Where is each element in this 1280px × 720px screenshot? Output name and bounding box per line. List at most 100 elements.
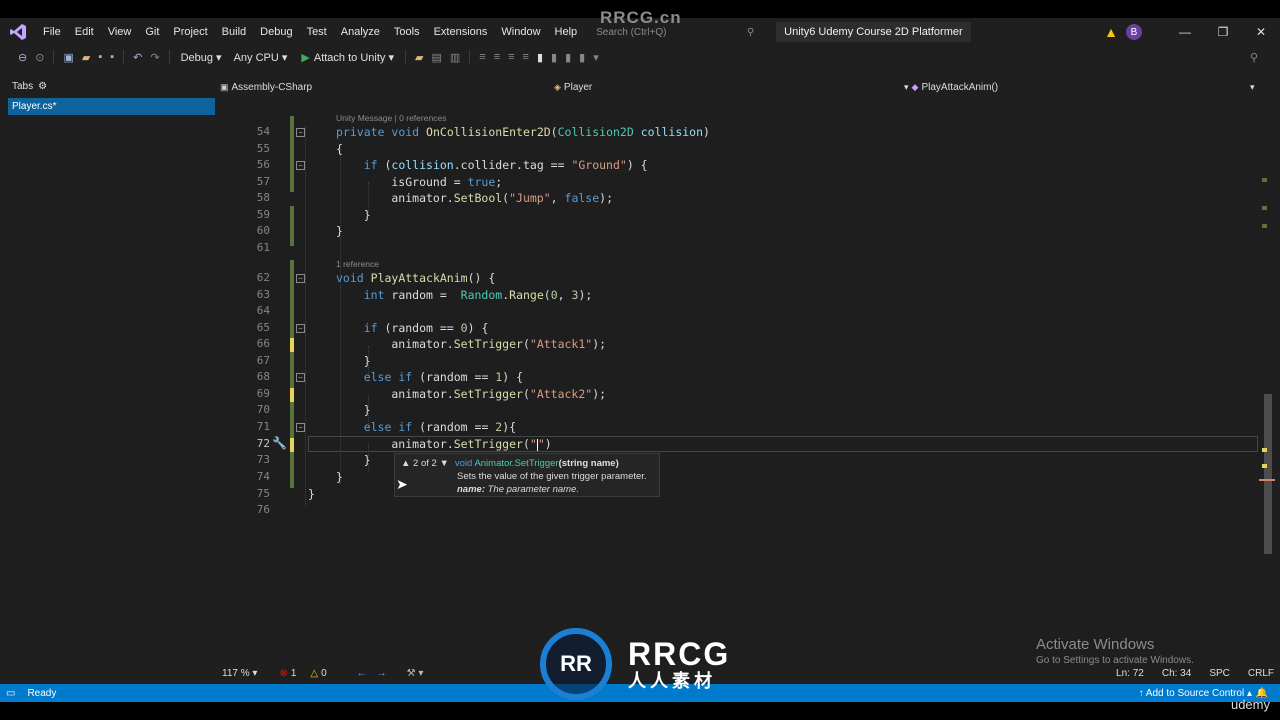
scroll-change-marker — [1262, 464, 1267, 468]
platform-value: Any CPU — [233, 51, 279, 64]
close-icon[interactable]: ✕ — [1242, 25, 1280, 39]
gear-icon[interactable]: ⚙ — [38, 81, 47, 92]
scroll-change-marker — [1262, 178, 1267, 182]
logo-subtext: 人人素材 — [628, 671, 716, 691]
quick-actions-icon[interactable]: 🔧 — [272, 436, 287, 450]
menu-item-tools[interactable]: Tools — [387, 18, 427, 46]
codelens-references[interactable]: 1 reference — [336, 258, 379, 270]
method-signature: void Animator.SetTrigger(string name) — [455, 458, 619, 469]
line-number: 70 — [256, 403, 270, 416]
outdent-icon[interactable]: ≡ — [508, 51, 514, 63]
split-icon[interactable]: ▾ — [1250, 82, 1258, 93]
step-icon[interactable]: ≡ — [479, 51, 485, 63]
error-count[interactable]: 1 — [291, 668, 297, 679]
undo-icon[interactable]: ↶ — [133, 51, 142, 64]
code-line-72[interactable]: animator.SetTrigger("") — [336, 436, 551, 452]
menu-item-test[interactable]: Test — [300, 18, 334, 46]
warning-count[interactable]: 0 — [321, 668, 327, 679]
fold-marker[interactable]: − — [296, 161, 305, 170]
menu-item-debug[interactable]: Debug — [253, 18, 299, 46]
code-line-59: } — [336, 208, 371, 222]
fold-marker[interactable]: − — [296, 274, 305, 283]
menu-item-extensions[interactable]: Extensions — [427, 18, 495, 46]
code-line-67: } — [336, 354, 371, 368]
line-number: 73 — [256, 453, 270, 466]
screenshot-icon[interactable]: ▤ — [431, 51, 441, 64]
editor-navbar: ▣ Assembly-CSharp ◈ Player ▾ ◆ PlayAttac… — [220, 80, 1280, 96]
attach-label: Attach to Unity — [313, 51, 386, 64]
bookmark-prev-icon[interactable]: ▮ — [551, 51, 557, 64]
spacing-indicator[interactable]: SPC — [1209, 668, 1230, 679]
fold-marker[interactable]: − — [296, 128, 305, 137]
menu-item-file[interactable]: File — [36, 18, 68, 46]
save-all-icon[interactable]: ▪ — [110, 51, 114, 63]
tooltip-description: Sets the value of the given trigger para… — [457, 471, 647, 482]
menu-item-git[interactable]: Git — [138, 18, 166, 46]
line-ending-indicator[interactable]: CRLF — [1248, 668, 1274, 679]
output-icon[interactable]: ▭ — [6, 688, 15, 699]
comment-icon[interactable]: ≡ — [523, 51, 529, 63]
menu-item-view[interactable]: View — [101, 18, 139, 46]
fold-marker[interactable]: − — [296, 423, 305, 432]
overload-counter: 2 of 2 — [413, 457, 437, 469]
line-number: 64 — [256, 304, 270, 317]
scroll-thumb[interactable] — [1264, 394, 1272, 554]
line-number: 75 — [256, 487, 270, 500]
back-icon[interactable]: ⊖ — [18, 51, 27, 64]
forward-icon[interactable]: ⊙ — [35, 51, 44, 64]
column-indicator[interactable]: Ch: 34 — [1162, 668, 1191, 679]
code-editor[interactable]: Unity Message | 0 references 1 reference… — [220, 96, 1260, 682]
tab-player-cs[interactable]: Player.cs* — [8, 98, 215, 115]
attach-button[interactable]: Attach to Unity ▾ — [314, 51, 394, 64]
open-folder-icon[interactable]: ▰ — [82, 51, 90, 64]
warning-icon[interactable]: ▲ — [1104, 24, 1118, 40]
menu-item-build[interactable]: Build — [215, 18, 253, 46]
play-icon[interactable]: ▶ — [301, 51, 309, 64]
code-line-66: animator.SetTrigger("Attack1"); — [336, 337, 607, 351]
menu-item-help[interactable]: Help — [548, 18, 585, 46]
vertical-scrollbar[interactable] — [1259, 96, 1275, 682]
error-icon[interactable]: ⊗ — [279, 668, 287, 679]
line-number: 61 — [256, 241, 270, 254]
fold-marker[interactable]: − — [296, 373, 305, 382]
menu-item-edit[interactable]: Edit — [68, 18, 101, 46]
zoom-level[interactable]: 117 % ▾ — [222, 668, 257, 679]
redo-icon[interactable]: ↷ — [150, 51, 159, 64]
avatar[interactable]: B — [1126, 24, 1142, 40]
bookmark-icon[interactable]: ▮ — [537, 51, 543, 64]
bookmark-clear-icon[interactable]: ▮ — [579, 51, 585, 64]
indent-icon[interactable]: ≡ — [494, 51, 500, 63]
platform-dropdown[interactable]: Any CPU ▾ — [234, 51, 288, 64]
menu-item-project[interactable]: Project — [166, 18, 214, 46]
toggle-icon[interactable]: ▥ — [450, 51, 460, 64]
line-indicator[interactable]: Ln: 72 — [1116, 668, 1144, 679]
pin-icon[interactable]: ⚲ — [1250, 51, 1258, 64]
member-dropdown[interactable]: ▾ ◆ PlayAttackAnim() — [904, 82, 998, 93]
new-project-icon[interactable]: ▣ — [63, 51, 73, 64]
bookmark-next-icon[interactable]: ▮ — [565, 51, 571, 64]
tabs-panel: Tabs ⚙ Player.cs* — [0, 78, 218, 684]
chevron-down-icon: ▾ — [1250, 82, 1255, 92]
menu-item-analyze[interactable]: Analyze — [334, 18, 387, 46]
navigation-arrows[interactable]: ←→ — [357, 668, 397, 679]
codelens-unity-message[interactable]: Unity Message | 0 references — [336, 112, 446, 124]
fold-marker[interactable]: − — [296, 324, 305, 333]
separator — [404, 50, 406, 64]
line-number: 72 — [256, 437, 270, 450]
activate-windows-notice: Activate Windows Go to Settings to activ… — [1036, 636, 1194, 666]
overload-navigator[interactable]: ▲ 2 of 2 ▼ — [401, 458, 449, 469]
parameter-info-tooltip: ▲ 2 of 2 ▼ void Animator.SetTrigger(stri… — [394, 453, 660, 497]
class-dropdown[interactable]: ◈ Player — [554, 82, 592, 93]
code-cleanup-icon[interactable]: ⚒ ▾ — [407, 668, 424, 679]
menu-item-window[interactable]: Window — [494, 18, 547, 46]
project-dropdown[interactable]: ▣ Assembly-CSharp — [220, 82, 312, 93]
minimize-icon[interactable]: — — [1166, 25, 1204, 39]
restore-icon[interactable]: ❐ — [1204, 25, 1242, 39]
sig-name: Animator.SetTrigger — [474, 457, 559, 469]
warning-icon[interactable]: △ — [310, 668, 318, 679]
folder-icon[interactable]: ▰ — [415, 51, 423, 64]
toolbar-options-icon[interactable]: ▾ — [593, 51, 599, 64]
code-line-63: int random = Random.Range(0, 3); — [363, 288, 593, 302]
save-icon[interactable]: ▪ — [98, 51, 102, 63]
config-dropdown[interactable]: Debug ▾ — [181, 51, 222, 64]
